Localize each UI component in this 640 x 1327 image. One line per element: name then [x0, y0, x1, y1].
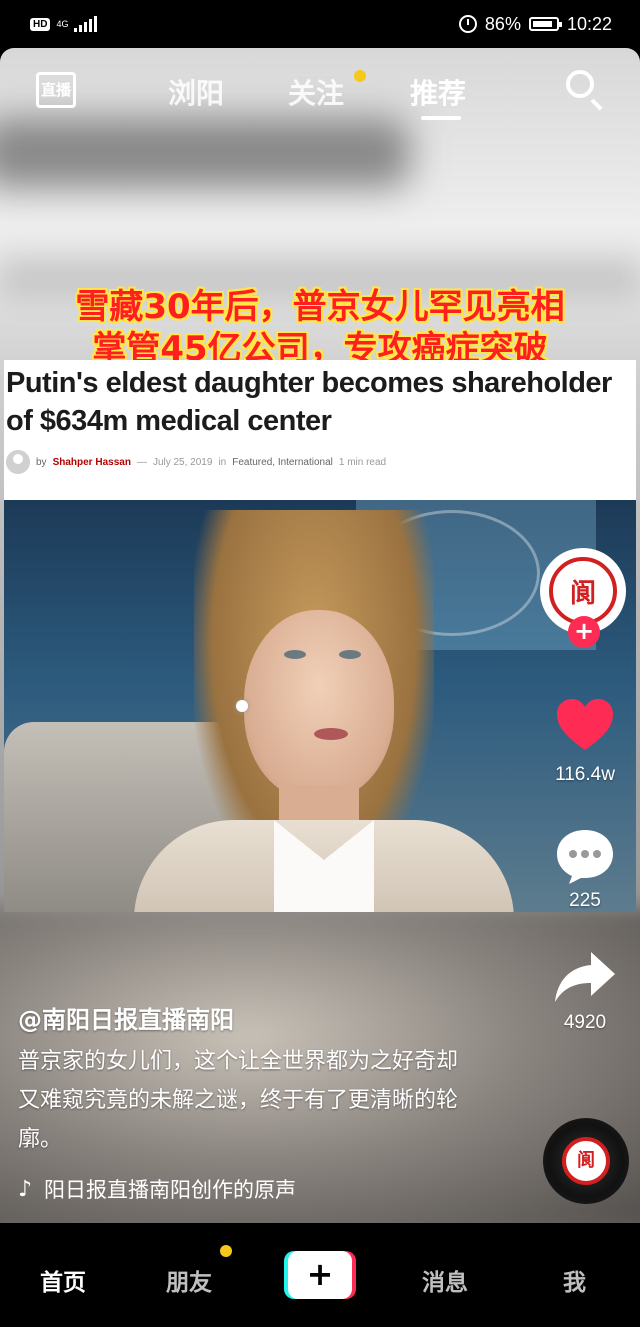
status-left: HD 4G — [0, 16, 98, 32]
blurred-background-text — [0, 118, 410, 188]
alarm-icon — [458, 15, 477, 33]
search-icon[interactable] — [566, 70, 594, 98]
tab-messages[interactable]: 消息 — [422, 1263, 468, 1297]
music-title: 阳日报直播南阳创作的原声 — [44, 1178, 297, 1202]
active-tab-indicator — [421, 116, 461, 120]
author-avatar — [6, 450, 30, 474]
person-face — [244, 610, 394, 800]
following-notification-dot — [354, 70, 366, 82]
creator-logo: 阆 — [549, 557, 617, 625]
network-type: 4G — [56, 18, 69, 29]
battery-percent: 86% — [484, 13, 521, 34]
person-earring — [236, 700, 248, 712]
share-count: 4920 — [563, 1012, 607, 1033]
signal-icon — [74, 16, 98, 32]
byline-read-time: 1 min read — [338, 456, 387, 468]
byline-date: July 25, 2019 — [152, 456, 213, 468]
plus-icon: + — [288, 1251, 352, 1299]
like-count: 116.4w — [555, 764, 615, 785]
byline-categories: Featured, International — [232, 456, 333, 468]
comment-icon[interactable] — [555, 826, 615, 886]
tab-home[interactable]: 首页 — [40, 1263, 86, 1297]
article-header: Putin's eldest daughter becomes sharehol… — [4, 360, 636, 500]
live-icon[interactable]: 直播 — [36, 72, 76, 108]
article-headline: Putin's eldest daughter becomes sharehol… — [6, 367, 612, 437]
battery-icon — [528, 17, 562, 31]
person-eye-left — [284, 650, 306, 659]
follow-button[interactable]: + — [568, 616, 600, 648]
tab-friends[interactable]: 朋友 — [166, 1263, 212, 1297]
person-eye-right — [339, 650, 361, 659]
share-arrow-icon[interactable] — [553, 950, 617, 1004]
caption-line-1: 雪藏30年后，普京女儿罕见亮相 — [75, 287, 565, 327]
comment-count: 225 — [569, 890, 601, 911]
music-note-icon: ♪ — [18, 1176, 33, 1202]
tab-local[interactable]: 浏阳 — [168, 72, 224, 112]
top-nav: 直播 浏阳 关注 推荐 — [0, 48, 640, 128]
create-button[interactable]: + — [284, 1251, 356, 1299]
byline-prefix: by — [36, 456, 47, 468]
video-photo — [4, 500, 636, 912]
music-disc-logo: 阆 — [562, 1137, 610, 1185]
music-disc[interactable]: 阆 — [543, 1118, 629, 1204]
friends-notification-dot — [220, 1245, 232, 1257]
creator-username[interactable]: @南阳日报直播南阳 — [18, 1000, 234, 1035]
status-right: 86% 10:22 — [458, 13, 640, 35]
music-info[interactable]: ♪ 阳日报直播南阳创作的原声 — [18, 1174, 348, 1204]
byline-author: Shahper Hassan — [52, 456, 131, 468]
clock: 10:22 — [566, 13, 612, 34]
status-bar: HD 4G 86% 10:22 — [0, 0, 640, 48]
person-mouth — [314, 728, 348, 740]
tab-following[interactable]: 关注 — [288, 72, 344, 112]
like-heart-icon[interactable] — [555, 696, 615, 756]
tab-me[interactable]: 我 — [563, 1263, 586, 1297]
hd-badge: HD — [30, 17, 51, 31]
bottom-tab-bar: 首页 朋友 + 消息 我 — [0, 1223, 640, 1327]
video-description[interactable]: 普京家的女儿们，这个让全世界都为之好奇却又难窥究竟的未解之谜，终于有了更清晰的轮… — [18, 1042, 458, 1159]
video-caption: 雪藏30年后，普京女儿罕见亮相 掌管45亿公司，专攻癌症突破 — [0, 286, 640, 370]
tab-recommended[interactable]: 推荐 — [410, 72, 466, 112]
byline-dash: — — [136, 456, 147, 468]
byline-in: in — [218, 456, 227, 468]
article-byline: by Shahper Hassan — July 25, 2019 in Fea… — [6, 450, 386, 474]
